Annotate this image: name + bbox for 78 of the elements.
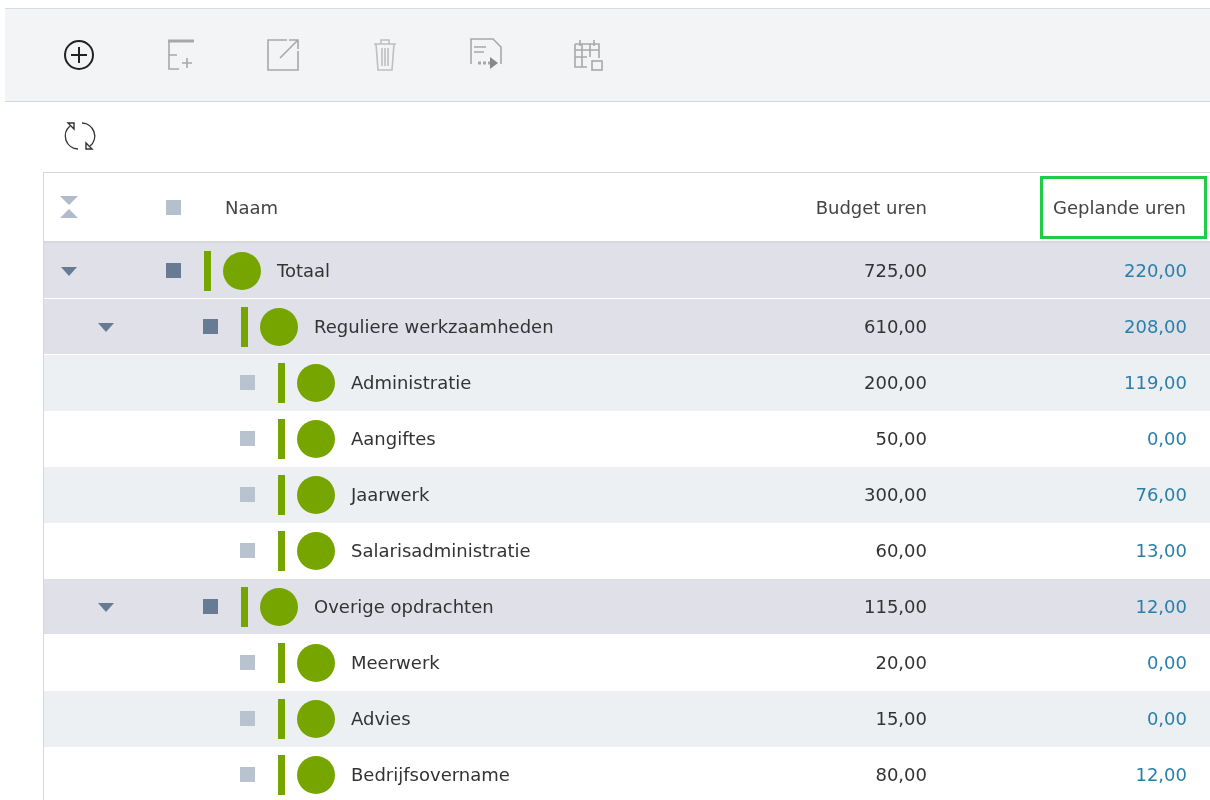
name-cell: Reguliere werkzaamheden [314, 316, 554, 337]
name-cell: Jaarwerk [351, 484, 430, 505]
status-dot [260, 587, 298, 626]
row-checkbox[interactable] [240, 543, 255, 558]
table-row[interactable]: Bedrijfsovername 80,00 12,00 [44, 747, 1210, 800]
status-bar [278, 642, 285, 683]
status-dot [260, 307, 298, 346]
budget-cell-text: 115,00 [863, 596, 927, 617]
budget-cell-text: 15,00 [874, 708, 927, 729]
status-bar [278, 474, 285, 515]
planned-hours-link[interactable]: 119,00 [1124, 372, 1187, 393]
name-cell: Overige opdrachten [314, 596, 494, 617]
planned-hours-link[interactable]: 13,00 [1135, 540, 1187, 561]
status-bar [278, 362, 285, 403]
name-cell: Advies [351, 708, 411, 729]
status-dot [297, 419, 335, 458]
budget-cell-text: 20,00 [874, 652, 927, 673]
name-cell: Totaal [277, 260, 331, 281]
row-checkbox[interactable] [240, 375, 255, 390]
budget-cell-text: 610,00 [863, 316, 927, 337]
row-checkbox[interactable] [240, 711, 255, 726]
row-checkbox[interactable] [240, 767, 255, 782]
status-dot [297, 531, 335, 570]
trash-icon [373, 39, 397, 71]
group-row[interactable]: Overige opdrachten 115,00 12,00 [44, 579, 1210, 635]
select-all-checkbox[interactable] [166, 199, 181, 215]
table-row[interactable]: Jaarwerk 300,00 76,00 [44, 467, 1210, 523]
status-dot [297, 363, 335, 402]
budget-cell-text: 200,00 [863, 372, 927, 393]
name-cell: Aangiftes [351, 428, 436, 449]
row-checkbox[interactable] [240, 487, 255, 502]
add-icon [63, 39, 95, 71]
status-dot [297, 699, 335, 738]
row-checkbox[interactable] [240, 431, 255, 446]
column-header: Naam [225, 196, 279, 218]
external-link-icon [267, 39, 299, 71]
calendar-icon [574, 39, 604, 71]
expand-collapse-all-icon[interactable] [59, 195, 79, 219]
table-row[interactable]: Advies 15,00 0,00 [44, 691, 1210, 747]
row-checkbox[interactable] [203, 319, 218, 334]
status-dot [297, 755, 335, 794]
name-cell: Meerwerk [351, 652, 440, 673]
row-checkbox[interactable] [240, 655, 255, 670]
group-row[interactable]: Reguliere werkzaamheden 610,00 208,00 [44, 299, 1210, 355]
status-bar [241, 306, 248, 347]
name-cell: Bedrijfsovername [351, 764, 510, 785]
column-header: Geplande uren [1040, 175, 1207, 239]
table-row[interactable]: Aangiftes 50,00 0,00 [44, 411, 1210, 467]
status-dot [297, 475, 335, 514]
row-checkbox[interactable] [166, 263, 181, 278]
budget-cell-text: 80,00 [874, 764, 927, 785]
planned-hours-link[interactable]: 0,00 [1146, 708, 1187, 729]
planned-hours-link[interactable]: 0,00 [1146, 652, 1187, 673]
status-bar [278, 418, 285, 459]
planned-hours-link[interactable]: 76,00 [1135, 484, 1187, 505]
name-cell: Salarisadministratie [351, 540, 531, 561]
planned-hours-link[interactable]: 0,00 [1146, 428, 1187, 449]
name-cell: Administratie [351, 372, 472, 393]
status-bar [278, 530, 285, 571]
table-row[interactable]: Salarisadministratie 60,00 13,00 [44, 523, 1210, 579]
table-row[interactable]: Administratie 200,00 119,00 [44, 355, 1210, 411]
planned-hours-link[interactable]: 12,00 [1135, 764, 1187, 785]
status-dot [223, 251, 261, 290]
column-header: Budget uren [815, 196, 927, 218]
row-checkbox[interactable] [203, 599, 218, 614]
status-bar [278, 754, 285, 795]
export-icon [470, 38, 504, 72]
add-row-icon [167, 39, 195, 71]
status-dot [297, 643, 335, 682]
status-bar [278, 698, 285, 739]
budget-cell-text: 725,00 [863, 260, 927, 281]
budget-cell-text: 300,00 [863, 484, 927, 505]
status-bar [204, 250, 211, 291]
group-row[interactable]: Totaal 725,00 220,00 [44, 243, 1210, 299]
budget-cell-text: 60,00 [874, 540, 927, 561]
status-bar [241, 586, 248, 627]
table-row[interactable]: Meerwerk 20,00 0,00 [44, 635, 1210, 691]
budget-cell-text: 50,00 [874, 428, 927, 449]
